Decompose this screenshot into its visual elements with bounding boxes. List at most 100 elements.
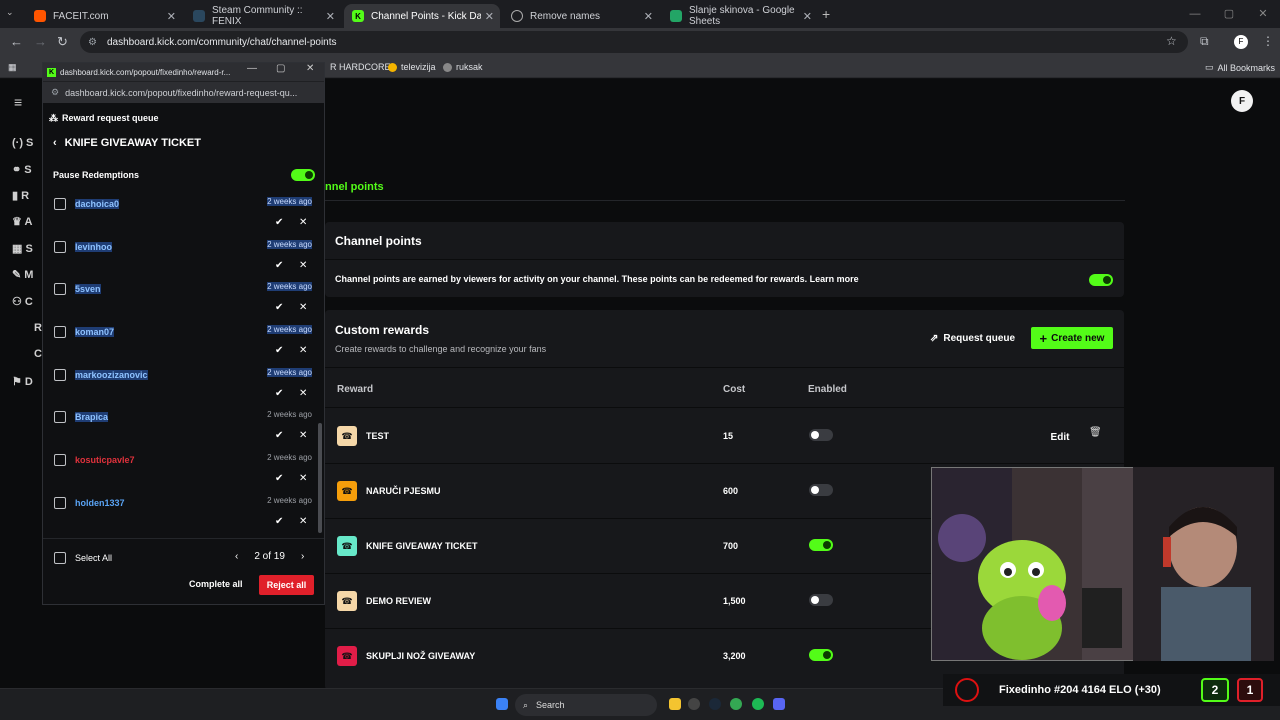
reward-enabled-toggle[interactable] [809, 594, 833, 606]
reject-x-icon[interactable]: ✕ [299, 217, 307, 228]
maximize-icon[interactable]: ▢ [1212, 0, 1246, 28]
request-checkbox[interactable] [54, 369, 66, 381]
request-queue-button[interactable]: ⇗ Request queue [930, 327, 1015, 349]
bookmark-item[interactable]: ruksak [443, 62, 483, 72]
request-username[interactable]: kosuticpavle7 [75, 455, 135, 465]
maximize-icon[interactable]: ▢ [276, 63, 285, 74]
reject-all-button[interactable]: Reject all [259, 575, 314, 595]
request-checkbox[interactable] [54, 241, 66, 253]
trash-icon[interactable]: 🗑 [1089, 427, 1102, 438]
address-bar[interactable]: ⚙ dashboard.kick.com/community/chat/chan… [80, 31, 1188, 53]
reload-icon[interactable]: ↻ [57, 34, 68, 50]
bookmark-item[interactable]: R HARDCORE [330, 62, 391, 72]
sidebar-item-s2[interactable]: ⚭ S [12, 163, 32, 176]
sidebar-item-d[interactable]: ⚑ D [12, 375, 33, 388]
sidebar-item-r2[interactable]: R [34, 322, 42, 334]
sidebar-item-r[interactable]: ▮ R [12, 189, 29, 202]
obs-icon[interactable] [688, 698, 700, 710]
approve-check-icon[interactable]: ✔ [275, 516, 283, 527]
reward-enabled-toggle[interactable] [809, 539, 833, 551]
close-window-icon[interactable]: ✕ [1246, 0, 1280, 28]
reject-x-icon[interactable]: ✕ [299, 345, 307, 356]
minimize-icon[interactable]: — [247, 63, 257, 74]
request-checkbox[interactable] [54, 454, 66, 466]
edit-button[interactable]: Edit [1040, 427, 1080, 447]
spotify-icon[interactable] [752, 698, 764, 710]
tab-google-sheets[interactable]: Slanje skinova - Google Sheets ✕ [662, 4, 818, 28]
start-icon[interactable] [496, 698, 508, 710]
scrollbar-thumb[interactable] [318, 423, 322, 533]
site-info-icon[interactable]: ⚙ [51, 87, 59, 98]
tab-faceit[interactable]: FACEIT.com ✕ [26, 4, 182, 28]
tab-kick-channel-points[interactable]: K Channel Points - Kick Dashboard ✕ [344, 4, 500, 28]
close-tab-icon[interactable]: ✕ [485, 10, 494, 23]
extensions-icon[interactable]: ⧉ [1200, 34, 1209, 49]
reject-x-icon[interactable]: ✕ [299, 388, 307, 399]
select-all-checkbox[interactable] [54, 552, 66, 564]
back-icon[interactable]: ← [10, 34, 23, 49]
new-tab-button[interactable]: + [822, 6, 830, 22]
apps-grid-icon[interactable]: ▦ [8, 62, 17, 73]
reject-x-icon[interactable]: ✕ [299, 260, 307, 271]
request-username[interactable]: holden1337 [75, 498, 125, 508]
hamburger-menu-icon[interactable]: ≡ [14, 94, 22, 110]
approve-check-icon[interactable]: ✔ [275, 260, 283, 271]
channel-points-toggle[interactable] [1089, 274, 1113, 286]
reject-x-icon[interactable]: ✕ [299, 516, 307, 527]
request-checkbox[interactable] [54, 497, 66, 509]
reject-x-icon[interactable]: ✕ [299, 473, 307, 484]
menu-dots-icon[interactable]: ⋮ [1262, 34, 1274, 48]
request-checkbox[interactable] [54, 198, 66, 210]
select-all[interactable]: Select All [54, 552, 112, 564]
request-checkbox[interactable] [54, 283, 66, 295]
sidebar-item-c2[interactable]: C [34, 348, 42, 360]
reject-x-icon[interactable]: ✕ [299, 302, 307, 313]
approve-check-icon[interactable]: ✔ [275, 345, 283, 356]
tab-channel-points[interactable]: nnel points [325, 181, 384, 193]
next-page-icon[interactable]: › [301, 551, 304, 562]
file-explorer-icon[interactable] [669, 698, 681, 710]
create-new-button[interactable]: + Create new [1031, 327, 1113, 349]
request-username[interactable]: levinhoo [75, 242, 113, 252]
bookmark-star-icon[interactable]: ☆ [1166, 34, 1177, 48]
approve-check-icon[interactable]: ✔ [275, 388, 283, 399]
taskbar-search[interactable]: ⌕ Search [515, 694, 657, 716]
request-username[interactable]: Brapica [75, 412, 109, 422]
back-arrow-icon[interactable]: ‹ [53, 137, 57, 149]
request-checkbox[interactable] [54, 326, 66, 338]
approve-check-icon[interactable]: ✔ [275, 473, 283, 484]
site-info-icon[interactable]: ⚙ [88, 37, 97, 48]
close-tab-icon[interactable]: ✕ [803, 10, 812, 23]
complete-all-button[interactable]: Complete all [185, 575, 247, 593]
popup-address-bar[interactable]: ⚙ dashboard.kick.com/popout/fixedinho/re… [43, 81, 324, 103]
sidebar-item-stream[interactable]: (·) S [12, 137, 33, 149]
tab-steam[interactable]: Steam Community :: FENIX ✕ [185, 4, 341, 28]
approve-check-icon[interactable]: ✔ [275, 302, 283, 313]
request-username[interactable]: markoozizanovic [75, 370, 148, 380]
reward-enabled-toggle[interactable] [809, 649, 833, 661]
tab-search-icon[interactable]: ⌄ [6, 7, 14, 18]
sidebar-item-m[interactable]: ✎ M [12, 268, 33, 281]
request-username[interactable]: dachoica0 [75, 199, 120, 209]
steam-taskbar-icon[interactable] [709, 698, 721, 710]
prev-page-icon[interactable]: ‹ [235, 551, 238, 562]
close-tab-icon[interactable]: ✕ [644, 10, 653, 23]
reward-enabled-toggle[interactable] [809, 484, 833, 496]
forward-icon[interactable]: → [34, 34, 47, 49]
profile-avatar[interactable]: F [1234, 35, 1248, 49]
bookmark-item[interactable]: televizija [388, 62, 436, 72]
approve-check-icon[interactable]: ✔ [275, 217, 283, 228]
request-checkbox[interactable] [54, 411, 66, 423]
app-icon[interactable] [773, 698, 785, 710]
chrome-icon[interactable] [730, 698, 742, 710]
sidebar-item-c[interactable]: ⚇ C [12, 295, 33, 308]
tab-remove-names[interactable]: Remove names ✕ [503, 4, 659, 28]
reward-enabled-toggle[interactable] [809, 429, 833, 441]
close-window-icon[interactable]: ✕ [306, 63, 314, 74]
pause-redemptions-toggle[interactable] [291, 169, 315, 181]
sidebar-item-s3[interactable]: ▦ S [12, 242, 33, 255]
sidebar-item-a[interactable]: ♛ A [12, 215, 32, 228]
request-username[interactable]: koman07 [75, 327, 115, 337]
close-tab-icon[interactable]: ✕ [326, 10, 335, 23]
reject-x-icon[interactable]: ✕ [299, 430, 307, 441]
